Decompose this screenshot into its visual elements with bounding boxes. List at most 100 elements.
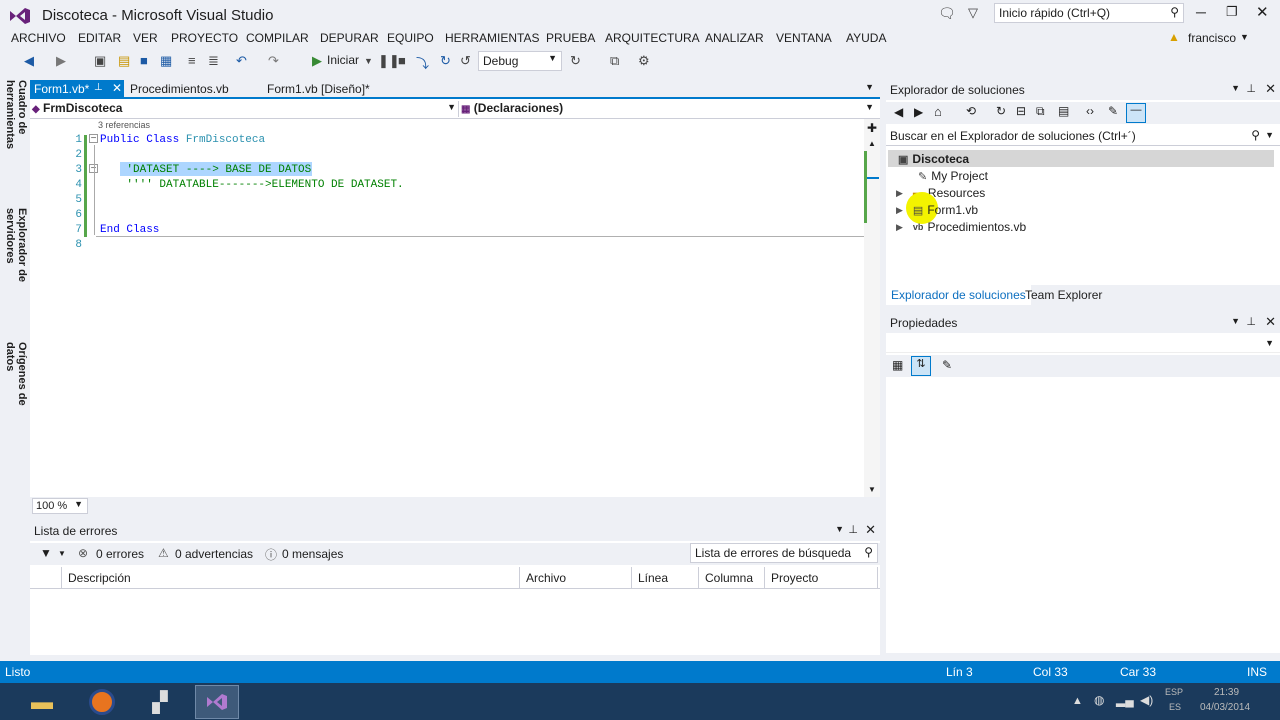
object-select[interactable]: ▼: [886, 333, 1280, 353]
tree-item-discoteca[interactable]: ▣ Discoteca: [898, 152, 969, 166]
scroll-down-icon[interactable]: ▼: [868, 485, 876, 494]
member-combo[interactable]: ▦ (Declaraciones) ▼: [458, 101, 876, 117]
column-proyecto[interactable]: Proyecto: [765, 567, 878, 589]
tab-solution-explorer[interactable]: Explorador de soluciones: [886, 285, 1031, 305]
toolbox-tab[interactable]: Cuadro de herramientas: [4, 80, 28, 200]
filter-icon[interactable]: ▼: [40, 546, 52, 560]
step-over-icon[interactable]: ↻: [440, 53, 451, 69]
view-code-icon[interactable]: ‹›: [1086, 104, 1094, 118]
menu-analizar[interactable]: ANALIZAR: [705, 31, 764, 45]
pause-icon[interactable]: ❚❚: [378, 53, 400, 69]
step-into-icon[interactable]: ⤵: [416, 53, 429, 72]
tray-language[interactable]: ESP: [1165, 687, 1183, 697]
close-icon[interactable]: ✕: [1265, 81, 1276, 97]
configuration-select[interactable]: Debug ▼: [478, 51, 562, 71]
forward-icon[interactable]: ▶: [914, 105, 923, 119]
chevron-down-icon[interactable]: ▼: [1231, 316, 1240, 326]
refresh-icon[interactable]: ↻: [570, 53, 581, 69]
categorized-icon[interactable]: ▦: [892, 358, 903, 372]
property-pages-icon[interactable]: ✎: [942, 358, 952, 372]
menu-archivo[interactable]: ARCHIVO: [11, 31, 66, 45]
column-linea[interactable]: Línea: [632, 567, 699, 589]
tray-date[interactable]: 04/03/2014: [1200, 702, 1250, 713]
chevron-down-icon[interactable]: ▼: [1231, 83, 1240, 93]
pin-icon[interactable]: ⊥: [94, 82, 103, 93]
comment-icon[interactable]: ≡: [188, 53, 196, 68]
menu-editar[interactable]: EDITAR: [78, 31, 121, 45]
feedback-icon[interactable]: 🗨: [938, 5, 956, 22]
start-button[interactable]: Iniciar: [327, 53, 359, 67]
show-all-files-icon[interactable]: ⧉: [1036, 104, 1045, 119]
visual-studio-taskbar-icon[interactable]: [195, 685, 239, 719]
close-icon[interactable]: ✕: [1265, 314, 1276, 330]
find-icon[interactable]: ⧉: [610, 53, 619, 69]
class-combo[interactable]: ◆ FrmDiscoteca ▼: [32, 101, 456, 117]
menu-equipo[interactable]: EQUIPO: [387, 31, 434, 45]
chevron-down-icon[interactable]: ▼: [835, 524, 844, 534]
menu-ventana[interactable]: VENTANA: [776, 31, 832, 45]
restart-icon[interactable]: ↺: [460, 53, 471, 69]
menu-compilar[interactable]: COMPILAR: [246, 31, 309, 45]
minimize-icon[interactable]: ─: [1196, 4, 1206, 20]
menu-herramientas[interactable]: HERRAMIENTAS: [445, 31, 539, 45]
maximize-icon[interactable]: ❐: [1226, 4, 1238, 20]
tray-up-icon[interactable]: ▲: [1072, 695, 1083, 707]
file-explorer-icon[interactable]: ▬: [20, 685, 64, 719]
filter-icon[interactable]: ▽: [968, 5, 978, 21]
tray-region[interactable]: ES: [1169, 702, 1181, 712]
tree-item-procedimientos[interactable]: ▶ vb Procedimientos.vb: [896, 220, 1026, 234]
new-project-icon[interactable]: ▣: [94, 53, 106, 69]
tray-time[interactable]: 21:39: [1214, 687, 1239, 698]
alphabetical-icon[interactable]: ⇅: [911, 356, 931, 376]
references-hint[interactable]: 3 referencias: [98, 120, 150, 130]
column-descripcion[interactable]: Descripción: [62, 567, 520, 589]
code-editor[interactable]: 3 referencias 1 2 3 4 5 6 7 8 − − Public…: [30, 119, 878, 497]
messages-count[interactable]: 0 mensajes: [282, 547, 343, 561]
error-search-input[interactable]: Lista de errores de búsqueda ⚲: [690, 543, 878, 563]
back-icon[interactable]: ◀: [24, 53, 34, 69]
zoom-select[interactable]: 100 % ▼: [32, 498, 88, 514]
save-all-icon[interactable]: ▦: [160, 53, 172, 69]
uncomment-icon[interactable]: ≣: [208, 53, 219, 69]
tab-overflow-icon[interactable]: ▼: [865, 82, 874, 92]
chevron-down-icon[interactable]: ▼: [364, 56, 373, 66]
server-explorer-tab[interactable]: Explorador de servidores: [4, 208, 28, 333]
refresh-icon[interactable]: ↻: [996, 104, 1006, 118]
close-icon[interactable]: ✕: [865, 522, 876, 538]
menu-ver[interactable]: VER: [133, 31, 158, 45]
toolbar-options-icon[interactable]: ⚙: [638, 53, 650, 69]
open-icon[interactable]: ▤: [118, 53, 130, 69]
tab-form1-vb[interactable]: Form1.vb* ⊥ ✕: [30, 80, 124, 98]
chevron-down-icon[interactable]: ▼: [1240, 32, 1249, 42]
tray-signal-icon[interactable]: ▂▄: [1116, 693, 1134, 707]
tree-item-my-project[interactable]: ✎ My Project: [918, 169, 988, 183]
quick-launch-input[interactable]: Inicio rápido (Ctrl+Q) ⚲: [994, 3, 1184, 23]
menu-depurar[interactable]: DEPURAR: [320, 31, 379, 45]
column-archivo[interactable]: Archivo: [520, 567, 632, 589]
home-icon[interactable]: ⌂: [934, 104, 942, 119]
errors-count[interactable]: 0 errores: [96, 547, 144, 561]
close-icon[interactable]: ✕: [112, 81, 122, 95]
tab-team-explorer[interactable]: Team Explorer: [1020, 285, 1107, 305]
menu-ayuda[interactable]: AYUDA: [846, 31, 886, 45]
data-sources-tab[interactable]: Orígenes de datos: [4, 342, 28, 432]
scroll-up-icon[interactable]: ▲: [868, 139, 876, 148]
split-icon[interactable]: ✚: [867, 121, 877, 135]
chevron-down-icon[interactable]: ▼: [58, 549, 66, 558]
undo-icon[interactable]: ↶: [236, 53, 247, 69]
collapse-all-icon[interactable]: ⊟: [1016, 104, 1026, 118]
pending-changes-icon[interactable]: ▤: [1058, 104, 1069, 118]
menu-prueba[interactable]: PRUEBA: [546, 31, 595, 45]
pin-icon[interactable]: ⊥: [1246, 315, 1256, 328]
warning-icon[interactable]: ⚠: [158, 546, 169, 560]
back-icon[interactable]: ◀: [894, 105, 903, 119]
close-icon[interactable]: ✕: [1256, 3, 1269, 21]
firefox-icon[interactable]: [80, 685, 124, 719]
tree-item-form1-vb[interactable]: ▶ ▤ Form1.vb: [896, 203, 978, 217]
stop-icon[interactable]: ■: [398, 53, 406, 68]
collapse-icon[interactable]: −: [89, 134, 98, 144]
solution-search-input[interactable]: Buscar en el Explorador de soluciones (C…: [886, 126, 1280, 146]
column-columna[interactable]: Columna: [699, 567, 765, 589]
menu-arquitectura[interactable]: ARQUITECTURA: [605, 31, 700, 45]
tray-network-icon[interactable]: ◍: [1094, 693, 1104, 707]
